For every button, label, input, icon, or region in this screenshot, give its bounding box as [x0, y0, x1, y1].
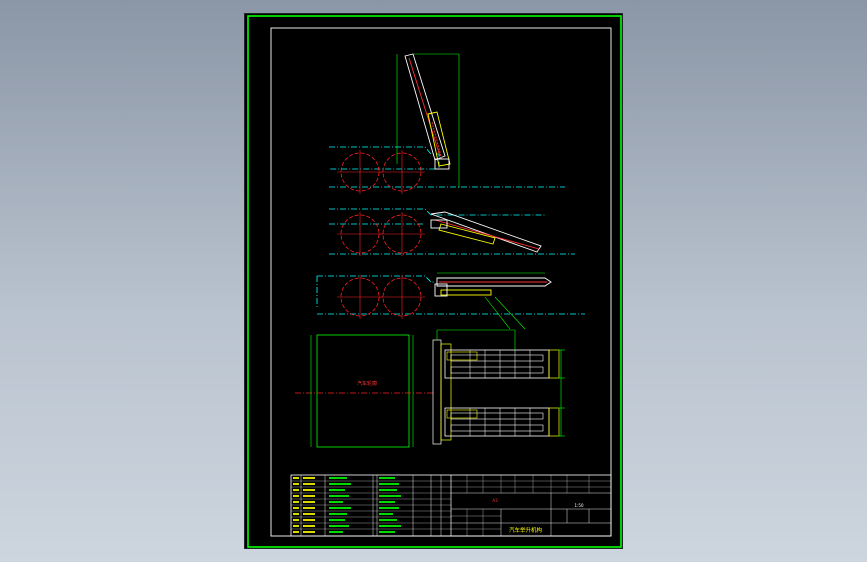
view-boom-raised [329, 53, 565, 194]
view-plan: 汽车轮廓 [295, 329, 565, 448]
title-block: 汽车举升机构 1:50 A3 [290, 474, 612, 537]
view-boom-inclined [329, 208, 575, 256]
vehicle-outline-label: 汽车轮廓 [357, 380, 377, 387]
title-block-name: 汽车举升机构 [509, 526, 543, 534]
outer-border [247, 15, 622, 548]
title-block-material: A3 [492, 498, 498, 503]
title-block-scale: 1:50 [575, 503, 584, 508]
cad-drawing-sheet: 汽车轮廓 汽车举升机构 1:50 A3 [244, 13, 623, 549]
view-boom-stowed [316, 272, 585, 330]
